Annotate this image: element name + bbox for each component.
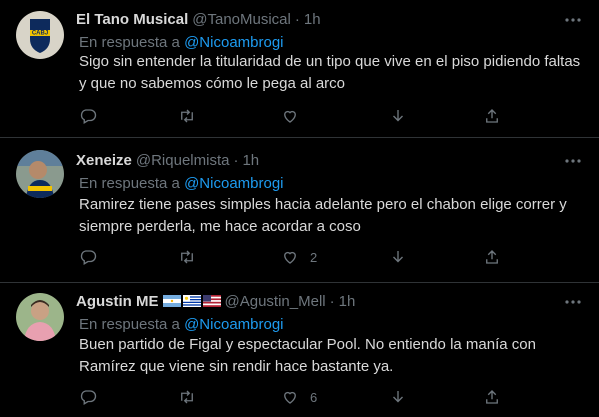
timestamp[interactable]: 1h xyxy=(339,293,356,310)
mention-link[interactable]: @Nicoambrogi xyxy=(184,175,283,192)
avatar[interactable] xyxy=(16,293,64,341)
retweet-button[interactable] xyxy=(178,247,207,267)
reply-context: En respuesta a @Nicoambrogi xyxy=(79,316,284,333)
tweet-text-line: Sigo sin entender la titularidad de un t… xyxy=(79,53,581,70)
display-name[interactable]: Xeneize xyxy=(76,152,132,169)
reply-icon xyxy=(80,109,97,124)
timestamp[interactable]: 1h xyxy=(242,152,259,169)
tweet-text-line: y que no sabemos cómo le pega al arco xyxy=(79,75,345,92)
tweet-text-line: Buen partido de Figal y espectacular Poo… xyxy=(79,336,536,353)
like-button[interactable]: 6 xyxy=(281,387,317,407)
reply-icon xyxy=(80,250,97,265)
download-button[interactable] xyxy=(389,387,407,407)
like-button[interactable]: 2 xyxy=(281,247,317,267)
tweet-2[interactable]: Xeneize @Riquelmista · 1h En respuesta a… xyxy=(0,138,599,283)
action-bar xyxy=(76,106,516,126)
share-button[interactable] xyxy=(483,106,501,126)
timestamp[interactable]: 1h xyxy=(304,11,321,28)
download-icon xyxy=(393,391,403,403)
usa-flag-icon xyxy=(202,295,221,307)
download-button[interactable] xyxy=(389,106,407,126)
download-icon xyxy=(393,251,403,263)
retweet-icon xyxy=(181,250,193,264)
share-button[interactable] xyxy=(483,387,501,407)
reply-button[interactable] xyxy=(79,106,108,126)
tweet-text-line: Ramírez que viene sin rendir hace bastan… xyxy=(79,358,394,375)
reply-button[interactable] xyxy=(79,247,108,267)
svg-text:CABJ: CABJ xyxy=(32,31,48,37)
reply-context: En respuesta a @Nicoambrogi xyxy=(79,175,284,192)
display-name[interactable]: Agustin ME xyxy=(76,293,159,310)
like-icon xyxy=(284,251,296,264)
tweet-header: Agustin ME @Agustin_Mell · 1h xyxy=(76,291,355,311)
display-name[interactable]: El Tano Musical xyxy=(76,11,188,28)
separator: · xyxy=(329,292,335,310)
like-button[interactable] xyxy=(281,106,310,126)
reply-prefix: En respuesta a xyxy=(79,316,180,333)
tweet-header: Xeneize @Riquelmista · 1h xyxy=(76,150,259,170)
retweet-button[interactable] xyxy=(178,106,207,126)
tweet-3[interactable]: Agustin ME @Agustin_Mell · 1h En respues… xyxy=(0,283,599,417)
action-bar: 2 xyxy=(76,247,516,267)
mention-link[interactable]: @Nicoambrogi xyxy=(184,316,283,333)
reply-icon xyxy=(80,390,97,405)
flag-emojis xyxy=(162,295,221,307)
retweet-button[interactable] xyxy=(178,387,207,407)
download-icon xyxy=(393,110,403,122)
retweet-icon xyxy=(181,390,193,404)
tweet-text: Ramirez tiene pases simples hacia adelan… xyxy=(79,194,579,238)
tweet-text: Buen partido de Figal y espectacular Poo… xyxy=(79,334,579,378)
reply-prefix: En respuesta a xyxy=(79,34,180,51)
download-button[interactable] xyxy=(389,247,407,267)
like-icon xyxy=(284,110,296,123)
user-handle[interactable]: @Riquelmista xyxy=(136,152,230,169)
tweet-1[interactable]: CABJ El Tano Musical @TanoMusical · 1h E… xyxy=(0,0,599,138)
like-icon xyxy=(284,391,296,404)
share-button[interactable] xyxy=(483,247,501,267)
like-count: 6 xyxy=(310,389,318,405)
like-count: 2 xyxy=(310,249,318,265)
more-icon[interactable] xyxy=(562,291,584,313)
user-handle[interactable]: @Agustin_Mell xyxy=(225,293,326,310)
mention-link[interactable]: @Nicoambrogi xyxy=(184,34,283,51)
more-icon[interactable] xyxy=(562,150,584,172)
reply-context: En respuesta a @Nicoambrogi xyxy=(79,34,284,51)
avatar[interactable] xyxy=(16,150,64,198)
reply-prefix: En respuesta a xyxy=(79,175,180,192)
share-icon xyxy=(486,109,498,123)
share-icon xyxy=(486,390,498,404)
retweet-icon xyxy=(181,109,193,123)
reply-button[interactable] xyxy=(79,387,108,407)
argentina-flag-icon xyxy=(162,295,181,307)
action-bar: 6 xyxy=(76,387,516,407)
separator: · xyxy=(233,151,239,169)
tweet-header: El Tano Musical @TanoMusical · 1h xyxy=(76,9,321,29)
tweet-text-line: siempre perderla, me hace acordar a coso xyxy=(79,218,361,235)
user-handle[interactable]: @TanoMusical xyxy=(192,11,291,28)
share-icon xyxy=(486,250,498,264)
tweet-text: Sigo sin entender la titularidad de un t… xyxy=(79,51,581,95)
tweet-text-line: Ramirez tiene pases simples hacia adelan… xyxy=(79,196,567,213)
separator: · xyxy=(294,10,300,28)
more-icon[interactable] xyxy=(562,9,584,31)
avatar[interactable]: CABJ xyxy=(16,11,64,59)
uruguay-flag-icon xyxy=(182,295,201,307)
